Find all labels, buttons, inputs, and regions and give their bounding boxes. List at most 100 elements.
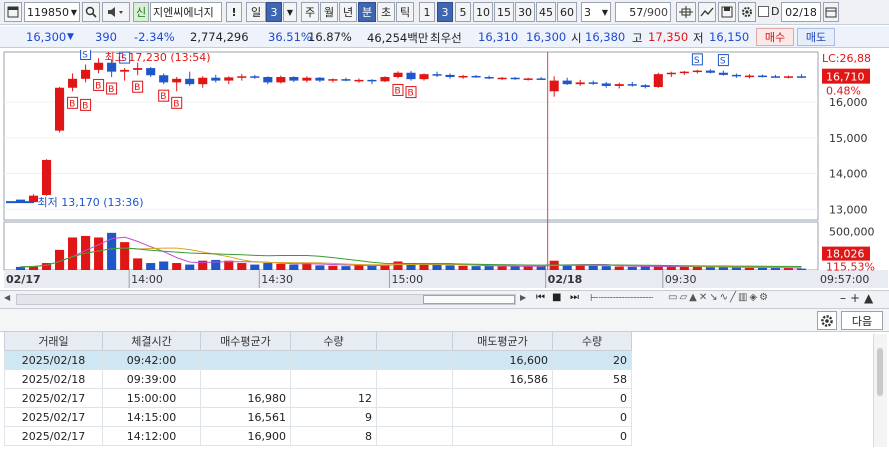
period-year[interactable]: 년 bbox=[339, 2, 357, 22]
cell-sell-qty: 0 bbox=[552, 388, 632, 408]
table-row[interactable]: 2025/02/18 09:39:00 16,586 58 bbox=[4, 369, 632, 389]
best-bid: 16,300 bbox=[526, 30, 567, 44]
cell-blank bbox=[376, 369, 453, 389]
period-count[interactable]: 3 bbox=[266, 2, 282, 22]
candle-body bbox=[471, 75, 481, 78]
candle-body bbox=[796, 76, 807, 78]
volume-bar bbox=[367, 265, 377, 270]
buy-button[interactable]: 매수 bbox=[756, 28, 794, 46]
volume-bar bbox=[458, 265, 468, 270]
chevron-down-icon: ▼ bbox=[286, 7, 294, 17]
candle-body bbox=[211, 77, 221, 81]
table-row[interactable]: 2025/02/17 14:12:00 16,900 8 0 bbox=[4, 426, 632, 446]
period-minute[interactable]: 분 bbox=[358, 2, 376, 22]
table-row[interactable]: 2025/02/17 15:00:00 16,980 12 0 bbox=[4, 388, 632, 408]
candle-body bbox=[198, 77, 208, 85]
volume-bar bbox=[250, 264, 260, 270]
interval-5[interactable]: 5 bbox=[455, 2, 471, 22]
candle-body bbox=[81, 69, 91, 79]
period-month-label: 월 bbox=[323, 6, 335, 19]
alert-button[interactable]: ! bbox=[226, 2, 242, 22]
interval-3[interactable]: 3 bbox=[437, 2, 453, 22]
save-icon[interactable] bbox=[718, 2, 736, 22]
low-annotation: 최저 13,170 (13:36) bbox=[38, 196, 144, 209]
unit-value: 3 bbox=[584, 5, 591, 19]
code-input[interactable]: 119850 ▼ bbox=[24, 2, 80, 22]
header-trade-date: 거래일 bbox=[4, 331, 103, 351]
cell-buy-avg: 16,561 bbox=[200, 407, 291, 427]
interval-3-label: 3 bbox=[441, 5, 449, 19]
scroll-thumb[interactable] bbox=[423, 295, 515, 304]
open-price: 16,380 bbox=[585, 30, 626, 44]
count-input[interactable]: 57 /900 bbox=[615, 2, 671, 22]
open-label: 시 bbox=[571, 31, 582, 45]
interval-15-label: 15 bbox=[497, 5, 511, 19]
candle-body bbox=[406, 72, 416, 80]
zoom-controls[interactable]: –+▲ bbox=[840, 291, 877, 305]
period-day[interactable]: 일 bbox=[246, 2, 266, 22]
calendar-icon[interactable] bbox=[823, 2, 839, 22]
date-value: 02/18 bbox=[785, 5, 817, 19]
price-chart[interactable]: 16,00015,00014,00013,000500,000BSBBBSSBB… bbox=[0, 50, 889, 290]
table-scroll-thumb[interactable] bbox=[877, 348, 883, 396]
sell-button[interactable]: 매도 bbox=[797, 28, 835, 46]
period-second[interactable]: 초 bbox=[377, 2, 395, 22]
volume-bar bbox=[432, 264, 442, 270]
gear-icon[interactable] bbox=[817, 311, 837, 330]
zoom-slider-icon[interactable]: ⊢┈┈┈┈┈┈┈┈┈ bbox=[590, 293, 653, 304]
period-tick[interactable]: 틱 bbox=[396, 2, 414, 22]
crosshair-icon[interactable] bbox=[676, 2, 696, 22]
cell-date: 2025/02/17 bbox=[4, 407, 103, 427]
period-week[interactable]: 주 bbox=[301, 2, 319, 22]
speaker-icon[interactable] bbox=[102, 2, 130, 22]
scroll-right-icon[interactable]: ▶ bbox=[520, 293, 526, 302]
candle-body bbox=[133, 68, 143, 70]
stop-icon[interactable]: ■ bbox=[552, 292, 561, 303]
cell-sell-avg: 16,600 bbox=[452, 350, 553, 370]
next-button[interactable]: 다음 bbox=[841, 311, 883, 330]
buy-marker-label: B bbox=[173, 99, 179, 109]
first-page-icon[interactable]: ⏮ bbox=[536, 292, 545, 303]
volume-bar bbox=[770, 267, 781, 270]
date-checkbox[interactable] bbox=[758, 6, 769, 17]
interval-10-label: 10 bbox=[476, 5, 490, 19]
window-icon[interactable] bbox=[4, 2, 22, 22]
candle-body bbox=[68, 78, 78, 88]
trend-icon[interactable] bbox=[698, 2, 716, 22]
header-buy-avg: 매수평균가 bbox=[200, 331, 291, 351]
stock-name-field[interactable]: 지엔씨에너지 bbox=[150, 2, 222, 22]
interval-10[interactable]: 10 bbox=[473, 2, 493, 22]
scroll-left-icon[interactable]: ◀ bbox=[4, 293, 14, 306]
interval-30[interactable]: 30 bbox=[515, 2, 535, 22]
candle-body bbox=[328, 79, 338, 81]
volume-tag: 18,026 bbox=[826, 248, 865, 261]
candle-body bbox=[575, 82, 585, 85]
last-page-icon[interactable]: ⏭ bbox=[570, 292, 579, 303]
volume-ratio: 36.51% bbox=[268, 30, 312, 44]
price-tick-label: 16,000 bbox=[829, 96, 868, 109]
header-exec-time: 체결시간 bbox=[102, 331, 201, 351]
credit-badge-label: 신 bbox=[135, 6, 147, 19]
interval-45-label: 45 bbox=[539, 5, 553, 19]
interval-45[interactable]: 45 bbox=[536, 2, 556, 22]
interval-1[interactable]: 1 bbox=[419, 2, 435, 22]
table-row[interactable]: 2025/02/17 14:15:00 16,561 9 0 bbox=[4, 407, 632, 427]
scroll-track[interactable] bbox=[16, 294, 516, 305]
gear-icon[interactable] bbox=[738, 2, 756, 22]
date-input[interactable]: 02/18 bbox=[781, 2, 821, 22]
unit-select[interactable]: 3 ▼ bbox=[581, 2, 611, 22]
table-scrollbar[interactable] bbox=[873, 334, 887, 447]
period-month[interactable]: 월 bbox=[320, 2, 338, 22]
period-week-label: 주 bbox=[304, 6, 316, 19]
sell-button-label: 매도 bbox=[805, 31, 827, 44]
period-dropdown[interactable]: ▼ bbox=[283, 2, 297, 22]
interval-60[interactable]: 60 bbox=[557, 2, 577, 22]
interval-15[interactable]: 15 bbox=[494, 2, 514, 22]
search-icon[interactable] bbox=[82, 2, 100, 22]
volume-bar bbox=[666, 266, 676, 270]
volume-bar bbox=[289, 264, 299, 270]
candle-body bbox=[94, 62, 104, 70]
candle-body bbox=[614, 84, 624, 86]
drawing-tools-icon[interactable]: ▭▱▲✕↘∿╱▥◈⚙ bbox=[668, 292, 770, 303]
table-row[interactable]: 2025/02/18 09:42:00 16,600 20 bbox=[4, 350, 632, 370]
